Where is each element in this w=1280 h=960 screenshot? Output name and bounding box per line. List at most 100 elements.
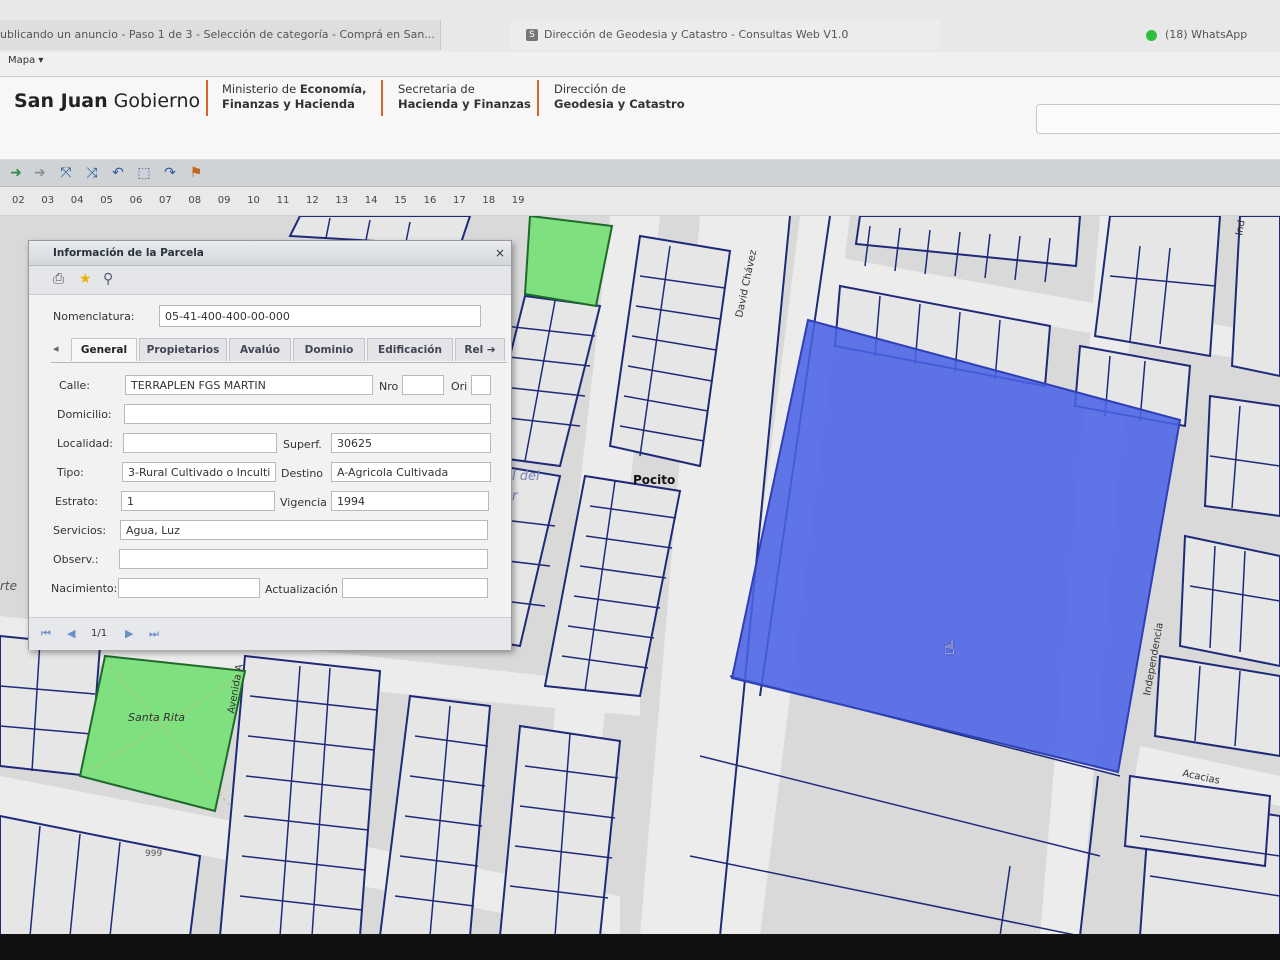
measure-icon[interactable]: ⚑ bbox=[188, 165, 204, 181]
star-icon[interactable]: ★ bbox=[79, 271, 92, 287]
domicilio-label: Domicilio: bbox=[57, 408, 112, 421]
site-favicon-icon: S bbox=[526, 29, 538, 41]
search-icon[interactable]: ⚲ bbox=[103, 271, 113, 287]
zoom-level-06[interactable]: 06 bbox=[130, 195, 143, 206]
label-rte: rte bbox=[0, 579, 17, 593]
ministry-line-bold: Finanzas y Hacienda bbox=[222, 97, 355, 111]
zoom-level-15[interactable]: 15 bbox=[394, 195, 407, 206]
calle-field[interactable]: TERRAPLEN FGS MARTIN bbox=[125, 375, 373, 395]
label-del: l del bbox=[512, 469, 540, 484]
close-icon[interactable]: × bbox=[495, 246, 505, 260]
label-santa-rita: Santa Rita bbox=[128, 711, 185, 724]
zoom-extent-icon[interactable]: ⤧ bbox=[58, 165, 74, 181]
zoom-level-14[interactable]: 14 bbox=[365, 195, 378, 206]
hand-cursor-icon: ☝ bbox=[944, 638, 955, 659]
ministry-line: Ministerio de bbox=[222, 82, 300, 96]
zoom-level-03[interactable]: 03 bbox=[41, 195, 54, 206]
pan-back-icon[interactable]: ➜ bbox=[8, 165, 24, 181]
nomenclatura-field[interactable]: 05-41-400-400-00-000 bbox=[159, 305, 481, 327]
browser-tab-label: Dirección de Geodesia y Catastro - Consu… bbox=[544, 28, 849, 41]
pan-forward-icon[interactable]: ➜ bbox=[32, 165, 48, 181]
menu-mapa[interactable]: Mapa ▾ bbox=[8, 55, 43, 66]
tab-rel[interactable]: Rel ➔ bbox=[455, 338, 505, 361]
localidad-field[interactable] bbox=[123, 433, 277, 453]
servicios-label: Servicios: bbox=[53, 524, 107, 537]
first-page-icon[interactable]: ⏮ bbox=[41, 627, 51, 641]
ministry-line-bold: Economía, bbox=[299, 82, 367, 96]
undo-icon[interactable]: ↶ bbox=[110, 165, 126, 181]
browser-tab-mercadolibre[interactable]: ublicando un anuncio - Paso 1 de 3 - Sel… bbox=[0, 20, 441, 50]
next-page-icon[interactable]: ▶ bbox=[125, 627, 133, 640]
zoom-level-11[interactable]: 11 bbox=[277, 195, 290, 206]
whatsapp-icon bbox=[1146, 29, 1157, 41]
tab-propietarios[interactable]: Propietarios bbox=[139, 338, 227, 361]
tab-dominio[interactable]: Dominio bbox=[293, 338, 365, 361]
last-page-icon[interactable]: ⏭ bbox=[149, 627, 159, 641]
browser-tab-whatsapp[interactable]: (18) WhatsApp bbox=[1130, 20, 1280, 50]
ori-label: Ori bbox=[451, 380, 468, 393]
zoom-level-09[interactable]: 09 bbox=[218, 195, 231, 206]
observ-label: Observ.: bbox=[53, 553, 99, 566]
zoom-box-icon[interactable]: ⬚ bbox=[136, 165, 152, 181]
redo-icon[interactable]: ↷ bbox=[162, 165, 178, 181]
dialog-icon-bar bbox=[29, 266, 511, 295]
ministry-line: Dirección de bbox=[554, 82, 626, 96]
header-search-input[interactable] bbox=[1036, 104, 1280, 134]
ori-field[interactable] bbox=[471, 375, 491, 395]
estrato-label: Estrato: bbox=[55, 495, 99, 508]
vigencia-field[interactable]: 1994 bbox=[331, 491, 489, 511]
vigencia-label: Vigencia bbox=[280, 496, 327, 509]
browser-tab-catastro[interactable]: S Dirección de Geodesia y Catastro - Cons… bbox=[510, 20, 940, 50]
destino-field[interactable]: A-Agricola Cultivada bbox=[331, 462, 491, 482]
menu-bar bbox=[0, 52, 1280, 77]
nomenclatura-label: Nomenclatura: bbox=[53, 310, 135, 323]
header-separator bbox=[537, 80, 539, 116]
zoom-level-08[interactable]: 08 bbox=[188, 195, 201, 206]
nacimiento-field[interactable] bbox=[118, 578, 260, 598]
destino-label: Destino bbox=[281, 467, 324, 480]
label-999: 999 bbox=[145, 849, 162, 859]
zoom-level-12[interactable]: 12 bbox=[306, 195, 319, 206]
superf-label: Superf. bbox=[283, 438, 322, 451]
observ-field[interactable] bbox=[119, 549, 488, 569]
zoom-level-07[interactable]: 07 bbox=[159, 195, 172, 206]
ministry-line-bold: Geodesia y Catastro bbox=[554, 97, 685, 111]
print-icon[interactable]: ⎙ bbox=[53, 271, 64, 287]
tab-general[interactable]: General bbox=[71, 338, 137, 361]
dialog-title: Información de la Parcela bbox=[53, 247, 204, 259]
localidad-label: Localidad: bbox=[57, 437, 113, 450]
ministry-geodesia: Dirección de Geodesia y Catastro bbox=[554, 82, 685, 112]
zoom-level-05[interactable]: 05 bbox=[100, 195, 113, 206]
superf-field[interactable]: 30625 bbox=[331, 433, 491, 453]
actualizacion-field[interactable] bbox=[342, 578, 488, 598]
zoom-level-18[interactable]: 18 bbox=[482, 195, 495, 206]
estrato-field[interactable]: 1 bbox=[121, 491, 275, 511]
zoom-level-02[interactable]: 02 bbox=[12, 195, 25, 206]
ministry-secretaria: Secretaria de Hacienda y Finanzas bbox=[398, 82, 531, 112]
brand-logo: San Juan Gobierno bbox=[14, 90, 200, 112]
calle-label: Calle: bbox=[59, 379, 91, 392]
zoom-level-16[interactable]: 16 bbox=[424, 195, 437, 206]
nro-label: Nro bbox=[379, 380, 399, 393]
zoom-level-17[interactable]: 17 bbox=[453, 195, 466, 206]
zoom-fit-icon[interactable]: ⤨ bbox=[84, 165, 100, 181]
prev-page-icon[interactable]: ◀ bbox=[67, 627, 75, 640]
parcel-info-dialog: Información de la Parcela × ⎙ ★ ⚲ Nomenc… bbox=[28, 240, 512, 650]
label-pocito: Pocito bbox=[633, 473, 675, 487]
header-separator bbox=[381, 80, 383, 116]
tab-avaluo[interactable]: Avalúo bbox=[229, 338, 291, 361]
servicios-field[interactable]: Agua, Luz bbox=[120, 520, 488, 540]
browser-tab-label: ublicando un anuncio - Paso 1 de 3 - Sel… bbox=[0, 28, 435, 41]
tipo-field[interactable]: 3-Rural Cultivado o Inculti bbox=[122, 462, 276, 482]
zoom-level-13[interactable]: 13 bbox=[335, 195, 348, 206]
tab-scroll-left-icon[interactable]: ◂ bbox=[53, 342, 59, 355]
nro-field[interactable] bbox=[402, 375, 444, 395]
tab-edificacion[interactable]: Edificación bbox=[367, 338, 453, 361]
zoom-level-10[interactable]: 10 bbox=[247, 195, 260, 206]
domicilio-field[interactable] bbox=[124, 404, 491, 424]
ministry-line: Secretaria de bbox=[398, 82, 475, 96]
page-indicator: 1/1 bbox=[91, 628, 108, 639]
brand-bold: San Juan bbox=[14, 90, 108, 112]
zoom-level-04[interactable]: 04 bbox=[71, 195, 84, 206]
zoom-level-19[interactable]: 19 bbox=[512, 195, 525, 206]
